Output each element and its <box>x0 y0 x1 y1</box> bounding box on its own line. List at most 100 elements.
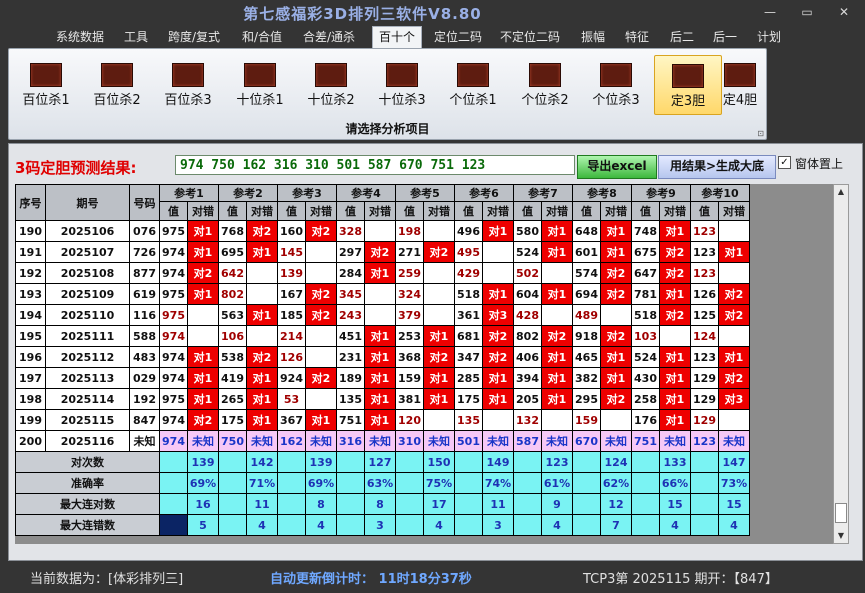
scroll-up-icon[interactable]: ▲ <box>834 185 848 199</box>
stats-spacer-cell <box>159 472 188 494</box>
table-row[interactable]: 198 2025114 192 975 对1 265 对1 53 135 对1 381 对1 175 对1… <box>15 388 750 410</box>
menu-item-10[interactable]: 后二 <box>670 28 694 45</box>
ref-result-cell <box>423 283 455 305</box>
stats-value: 139 <box>305 451 337 473</box>
ref-value-cell: 123 <box>690 220 719 242</box>
export-excel-button[interactable]: 导出excel <box>577 155 657 179</box>
menu-item-9[interactable]: 特征 <box>625 28 649 45</box>
vertical-scrollbar[interactable]: ▲ ▼ <box>833 184 849 544</box>
ref-result-cell: 对1 <box>600 241 632 263</box>
table-row[interactable]: 195 2025111 588 974 106 214 451 对1 253 对1 681 对2 802… <box>15 325 750 347</box>
ref-result-cell: 对1 <box>187 367 219 389</box>
ribbon-button-5[interactable]: 十位杀3 <box>369 55 435 113</box>
menu-item-3[interactable]: 和/合值 <box>242 28 282 45</box>
menu-item-12[interactable]: 计划 <box>757 28 781 45</box>
ref-value-cell: 160 <box>277 220 306 242</box>
table-row[interactable]: 193 2025109 619 975 对1 802 167 对2 345 324 518 对1 604… <box>15 283 750 305</box>
row-date: 2025106 <box>45 220 130 242</box>
scroll-thumb[interactable] <box>835 503 847 523</box>
stats-value: 69% <box>187 472 219 494</box>
menu-item-7[interactable]: 不定位二码 <box>500 28 560 45</box>
table-row[interactable]: 199 2025115 847 974 对2 175 对1 367 对1 751 对1 120 135 1… <box>15 409 750 431</box>
ref-value-cell: 132 <box>513 409 542 431</box>
menu-item-6[interactable]: 定位二码 <box>434 28 482 45</box>
ref-result-cell <box>600 409 632 431</box>
menu-item-8[interactable]: 振幅 <box>581 28 605 45</box>
header-ref-5: 参考5 <box>395 184 455 202</box>
ref-result-cell: 对1 <box>364 325 396 347</box>
stats-value: 3 <box>482 514 514 536</box>
stats-spacer-cell <box>631 493 660 515</box>
ribbon-button-9[interactable]: 定3胆 <box>654 55 722 115</box>
ref-result-cell <box>482 262 514 284</box>
ref-result-cell <box>305 346 337 368</box>
close-button[interactable]: ✕ <box>834 5 854 19</box>
table-row[interactable]: 196 2025112 483 974 对1 538 对2 126 231 对1 368 对2 347 对… <box>15 346 750 368</box>
ref-value-cell: 175 <box>218 409 247 431</box>
ref-value-cell: 924 <box>277 367 306 389</box>
menu-item-1[interactable]: 工具 <box>124 28 148 45</box>
table-row[interactable]: 197 2025113 029 974 对1 419 对1 924 对2 189 对1 159 对1 28… <box>15 367 750 389</box>
ref-value-cell: 129 <box>690 409 719 431</box>
ref-value-cell: 379 <box>395 304 424 326</box>
ribbon-button-10[interactable]: 定4胆 <box>715 55 765 113</box>
minimize-button[interactable]: — <box>760 5 780 19</box>
ref-value-cell: 975 <box>159 220 188 242</box>
ref-value-cell: 361 <box>454 304 483 326</box>
table-row[interactable]: 200 2025116 未知 974 未知 750 未知 162 未知 316 未知 310 未知 501… <box>15 430 750 452</box>
menu-item-4[interactable]: 合差/通杀 <box>303 28 355 45</box>
ref-value-cell: 139 <box>277 262 306 284</box>
menu-item-5[interactable]: 百十个 <box>372 26 422 48</box>
stay-on-top-checkbox[interactable]: ✓ <box>778 156 791 169</box>
table-row[interactable]: 191 2025107 726 974 对1 695 对1 145 297 对2 271 对2 495 5… <box>15 241 750 263</box>
table-row[interactable]: 190 2025106 076 975 对1 768 对2 160 对2 328 198 496 对1 5… <box>15 220 750 242</box>
ref-value-cell: 123 <box>690 346 719 368</box>
generate-base-button[interactable]: 用结果>生成大底 <box>658 155 776 179</box>
ref-value-cell: 214 <box>277 325 306 347</box>
stats-spacer-cell <box>631 451 660 473</box>
stay-on-top-label: 窗体置上 <box>795 157 844 171</box>
ref-value-cell: 670 <box>572 430 601 452</box>
header-result: 对错 <box>187 201 219 221</box>
prediction-result-field[interactable]: 974 750 162 316 310 501 587 670 751 123 <box>175 155 575 175</box>
menu-item-0[interactable]: 系统数据 <box>56 28 104 45</box>
row-index: 195 <box>15 325 46 347</box>
ribbon-button-6[interactable]: 个位杀1 <box>440 55 506 113</box>
ribbon-button-4[interactable]: 十位杀2 <box>298 55 364 113</box>
ribbon-expand-icon[interactable]: ⊡ <box>757 129 764 138</box>
menu-item-2[interactable]: 跨度/复式 <box>168 28 220 45</box>
header-ref-9: 参考9 <box>631 184 691 202</box>
ref-result-cell: 未知 <box>246 430 278 452</box>
ref-result-cell <box>718 262 750 284</box>
chart-icon <box>315 63 347 87</box>
ref-result-cell: 对2 <box>659 304 691 326</box>
ref-result-cell: 对1 <box>187 388 219 410</box>
ribbon-button-0[interactable]: 百位杀1 <box>13 55 79 113</box>
ribbon-button-2[interactable]: 百位杀3 <box>155 55 221 113</box>
ribbon-button-1[interactable]: 百位杀2 <box>84 55 150 113</box>
stats-spacer-cell <box>159 514 188 536</box>
ref-value-cell: 751 <box>336 409 365 431</box>
ribbon-button-7[interactable]: 个位杀2 <box>512 55 578 113</box>
table-row[interactable]: 192 2025108 877 974 对2 642 139 284 对1 259 429 502 57… <box>15 262 750 284</box>
table-row[interactable]: 194 2025110 116 975 563 对1 185 对2 243 379 361 对3 428… <box>15 304 750 326</box>
stats-spacer-cell <box>572 472 601 494</box>
row-number: 029 <box>129 367 160 389</box>
ref-value-cell: 604 <box>513 283 542 305</box>
maximize-button[interactable]: ▭ <box>797 5 817 19</box>
ref-value-cell: 125 <box>690 304 719 326</box>
ref-value-cell: 751 <box>631 430 660 452</box>
stats-value: 124 <box>600 451 632 473</box>
scroll-down-icon[interactable]: ▼ <box>834 529 848 543</box>
analysis-table: 序号 期号 号码 参考1 参考2 参考3 参考4 参考5 参考6 参考7 参考8 参考9 参考10 值对错… <box>15 184 750 536</box>
ribbon-button-3[interactable]: 十位杀1 <box>227 55 293 113</box>
header-index: 序号 <box>15 184 46 221</box>
row-number: 588 <box>129 325 160 347</box>
ref-value-cell: 345 <box>336 283 365 305</box>
ref-result-cell: 对1 <box>364 346 396 368</box>
ref-result-cell <box>364 220 396 242</box>
stats-spacer-cell <box>159 493 188 515</box>
menu-item-11[interactable]: 后一 <box>713 28 737 45</box>
ref-result-cell: 对2 <box>541 325 573 347</box>
ribbon-button-8[interactable]: 个位杀3 <box>583 55 649 113</box>
